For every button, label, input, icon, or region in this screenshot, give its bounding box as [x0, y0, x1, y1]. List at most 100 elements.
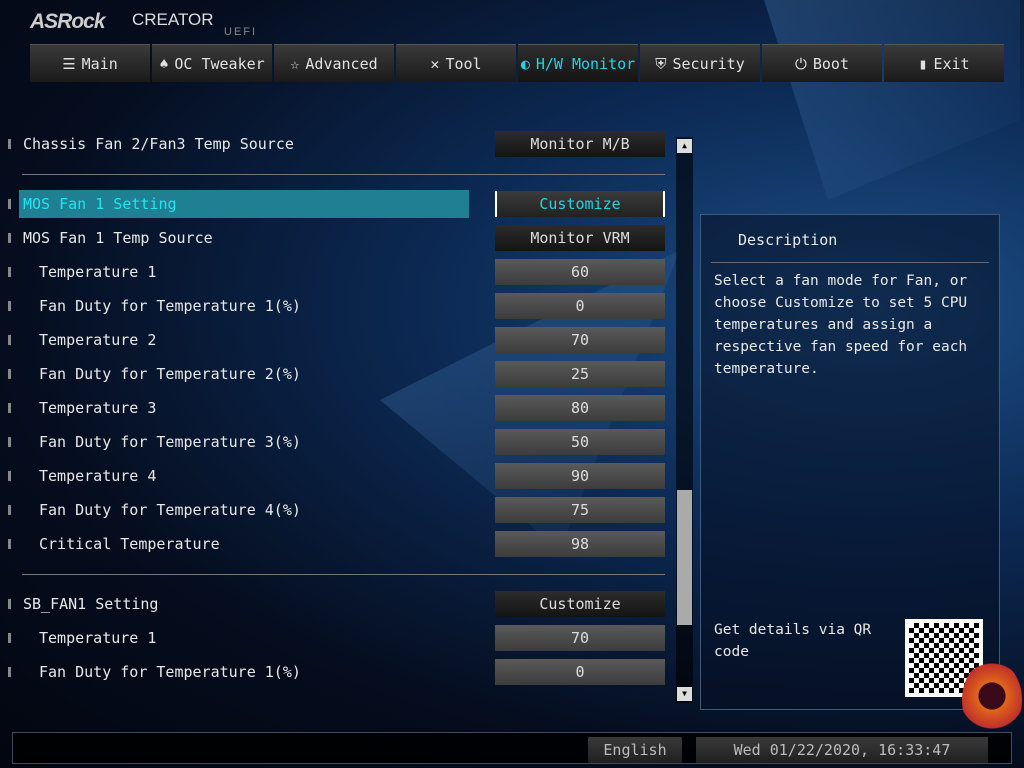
monitor-icon: ◐ — [520, 54, 530, 73]
tab-label: Exit — [933, 54, 970, 73]
setting-label: Temperature 1 — [39, 629, 157, 647]
row-bullet — [8, 667, 11, 677]
setting-label: Fan Duty for Temperature 1(%) — [39, 297, 301, 315]
setting-row[interactable]: Temperature 4 90 — [8, 462, 668, 490]
row-bullet — [8, 633, 11, 643]
tab-h-w-monitor[interactable]: ◐ H/W Monitor — [518, 44, 638, 82]
tab-boot[interactable]: ⏻ Boot — [762, 44, 882, 82]
setting-row[interactable]: Fan Duty for Temperature 2(%) 25 — [8, 360, 668, 388]
scrollbar-thumb[interactable] — [677, 490, 692, 625]
language-button[interactable]: English — [588, 737, 682, 763]
setting-label: MOS Fan 1 Setting — [19, 190, 469, 218]
setting-value[interactable]: Customize — [495, 191, 665, 217]
tab-label: Tool — [445, 54, 482, 73]
setting-value[interactable]: 60 — [495, 259, 665, 285]
setting-value[interactable]: 25 — [495, 361, 665, 387]
tab-exit[interactable]: ▮ Exit — [884, 44, 1004, 82]
qr-caption: Get details via QR code — [714, 622, 872, 660]
datetime-display: Wed 01/22/2020, 16:33:47 — [696, 737, 988, 763]
row-bullet — [8, 233, 11, 243]
tab-label: H/W Monitor — [535, 54, 636, 73]
description-panel: Description Select a fan mode for Fan, o… — [700, 214, 1000, 710]
setting-row[interactable]: MOS Fan 1 Setting Customize — [8, 190, 668, 218]
scrollbar[interactable]: ▲ ▼ — [676, 137, 693, 703]
row-bullet — [8, 369, 11, 379]
description-divider — [711, 262, 989, 263]
row-bullet — [8, 437, 11, 447]
setting-row[interactable]: SB_FAN1 Setting Customize — [8, 590, 668, 618]
setting-value[interactable]: 0 — [495, 293, 665, 319]
row-bullet — [8, 403, 11, 413]
setting-row[interactable]: Fan Duty for Temperature 1(%) 0 — [8, 658, 668, 686]
scroll-up-icon[interactable]: ▲ — [677, 139, 692, 153]
setting-row[interactable]: Fan Duty for Temperature 3(%) 50 — [8, 428, 668, 456]
setting-label: Fan Duty for Temperature 4(%) — [39, 501, 301, 519]
section-divider — [22, 174, 665, 175]
main-tabs: ☰ Main ♠ OC Tweaker ☆ Advanced ✕ Tool ◐ H/W Monit… — [30, 44, 1004, 82]
setting-row[interactable]: Temperature 3 80 — [8, 394, 668, 422]
setting-value[interactable]: Customize — [495, 591, 665, 617]
tab-advanced[interactable]: ☆ Advanced — [274, 44, 394, 82]
row-bullet — [8, 301, 11, 311]
setting-value[interactable]: Monitor M/B — [495, 131, 665, 157]
setting-value[interactable]: 70 — [495, 327, 665, 353]
tab-label: Main — [81, 54, 118, 73]
setting-row[interactable]: Fan Duty for Temperature 1(%) 0 — [8, 292, 668, 320]
setting-label: MOS Fan 1 Temp Source — [23, 229, 213, 247]
setting-value[interactable]: Monitor VRM — [495, 225, 665, 251]
setting-value[interactable]: 98 — [495, 531, 665, 557]
row-bullet — [8, 335, 11, 345]
tab-main[interactable]: ☰ Main — [30, 44, 150, 82]
description-text: Select a fan mode for Fan, or choose Cus… — [714, 273, 968, 377]
row-bullet — [8, 471, 11, 481]
tab-oc-tweaker[interactable]: ♠ OC Tweaker — [152, 44, 272, 82]
asrock-logo: ASRock — [30, 10, 106, 33]
setting-row[interactable]: Fan Duty for Temperature 4(%) 75 — [8, 496, 668, 524]
setting-row[interactable]: Temperature 1 60 — [8, 258, 668, 286]
tab-label: Advanced — [305, 54, 378, 73]
setting-row[interactable]: Chassis Fan 2/Fan3 Temp Source Monitor M/… — [8, 130, 668, 158]
scroll-down-icon[interactable]: ▼ — [677, 687, 692, 701]
exit-icon: ▮ — [918, 54, 928, 73]
setting-label: Fan Duty for Temperature 3(%) — [39, 433, 301, 451]
setting-label: Temperature 2 — [39, 331, 157, 349]
setting-row[interactable]: MOS Fan 1 Temp Source Monitor VRM — [8, 224, 668, 252]
list-icon: ☰ — [62, 54, 76, 73]
power-icon: ⏻ — [795, 54, 807, 73]
row-bullet — [8, 199, 11, 209]
description-title: Description — [738, 231, 838, 249]
row-bullet — [8, 599, 11, 609]
setting-value[interactable]: 75 — [495, 497, 665, 523]
setting-label: Temperature 4 — [39, 467, 157, 485]
watermark-logo-icon — [962, 660, 1022, 740]
setting-value[interactable]: 50 — [495, 429, 665, 455]
tab-label: Boot — [812, 54, 849, 73]
setting-value[interactable]: 80 — [495, 395, 665, 421]
setting-label: Temperature 1 — [39, 263, 157, 281]
setting-label: SB_FAN1 Setting — [23, 595, 159, 613]
uefi-label: UEFI — [224, 26, 258, 38]
setting-label: Fan Duty for Temperature 1(%) — [39, 663, 301, 681]
setting-value[interactable]: 0 — [495, 659, 665, 685]
rocket-icon: ♠ — [159, 54, 169, 73]
setting-row[interactable]: Temperature 2 70 — [8, 326, 668, 354]
tab-label: OC Tweaker — [174, 54, 265, 73]
row-bullet — [8, 267, 11, 277]
setting-value[interactable]: 70 — [495, 625, 665, 651]
row-bullet — [8, 539, 11, 549]
setting-row[interactable]: Critical Temperature 98 — [8, 530, 668, 558]
star-icon: ☆ — [290, 54, 300, 73]
row-bullet — [8, 505, 11, 515]
setting-label: Chassis Fan 2/Fan3 Temp Source — [23, 135, 294, 153]
shield-icon: ⛨ — [655, 54, 667, 73]
setting-label: Critical Temperature — [39, 535, 220, 553]
creator-label: CREATOR — [132, 10, 214, 29]
setting-row[interactable]: Temperature 1 70 — [8, 624, 668, 652]
setting-label: Fan Duty for Temperature 2(%) — [39, 365, 301, 383]
tab-security[interactable]: ⛨ Security — [640, 44, 760, 82]
section-divider — [22, 574, 665, 575]
setting-label: Temperature 3 — [39, 399, 157, 417]
tab-tool[interactable]: ✕ Tool — [396, 44, 516, 82]
tab-label: Security — [672, 54, 745, 73]
setting-value[interactable]: 90 — [495, 463, 665, 489]
